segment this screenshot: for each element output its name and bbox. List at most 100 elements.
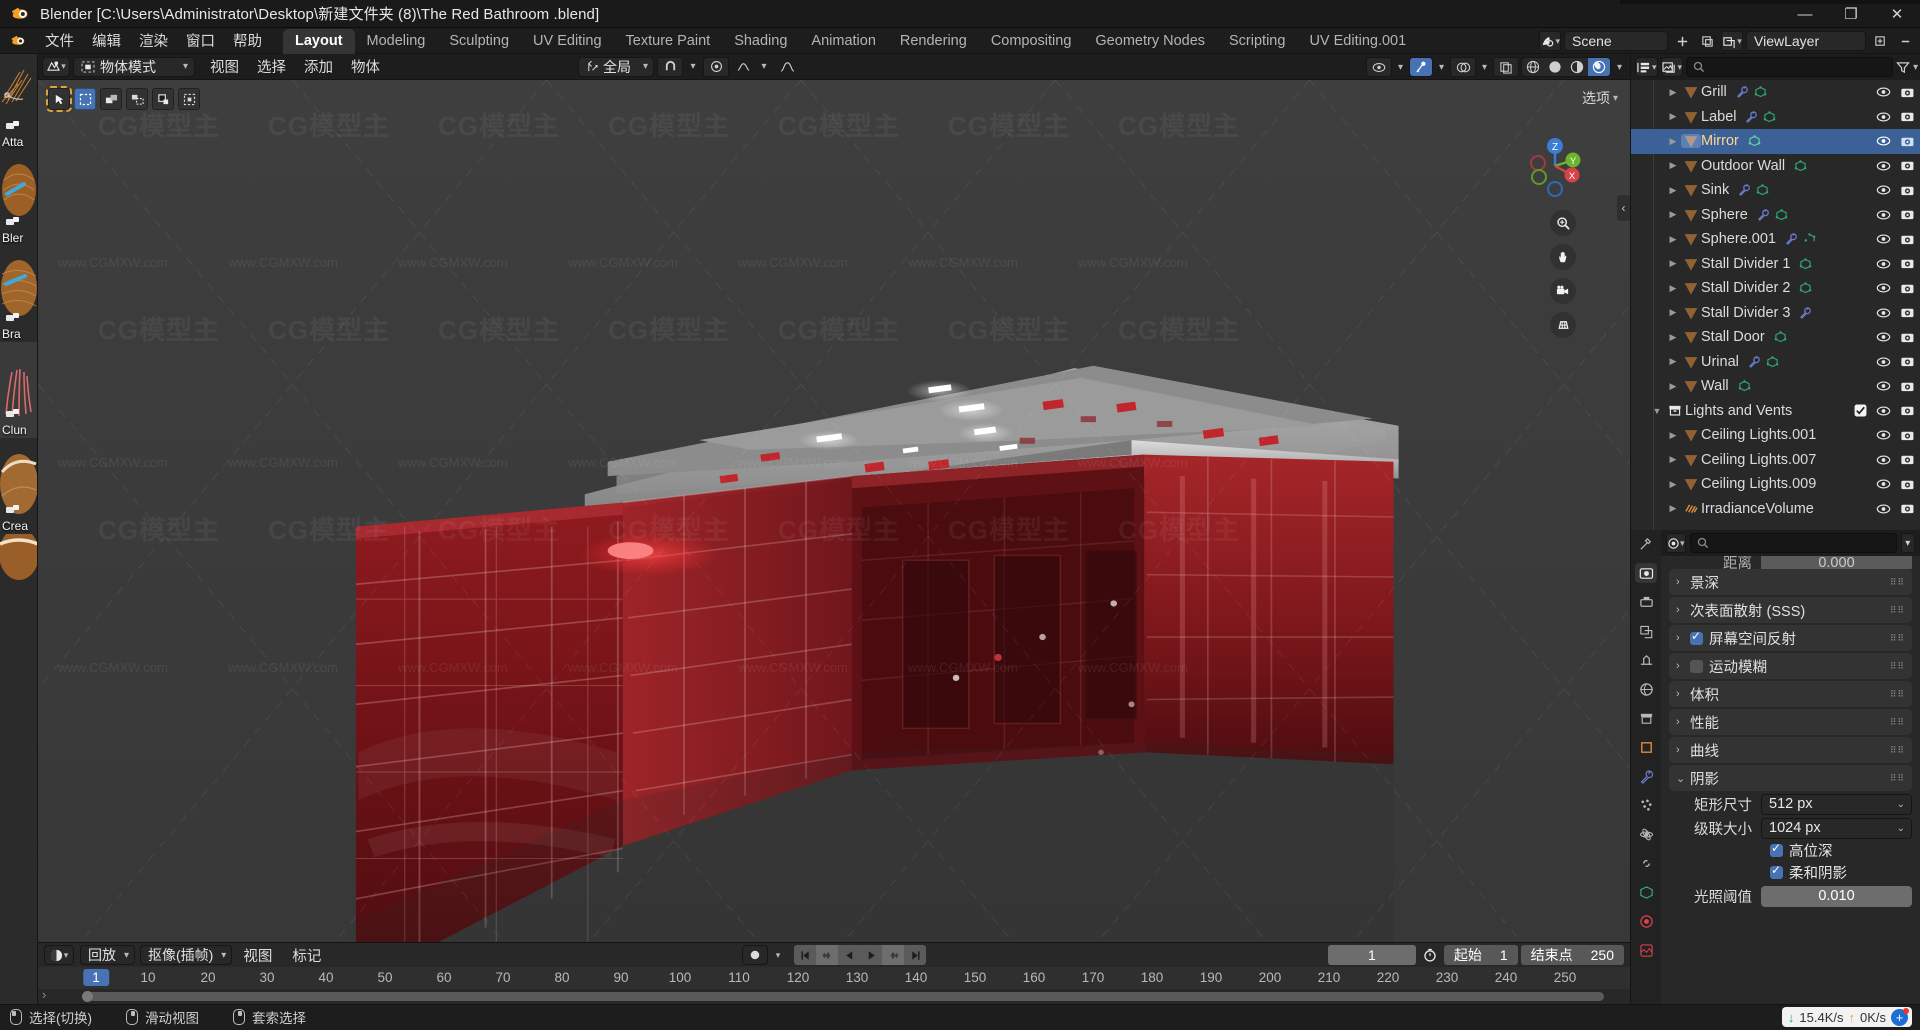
camera-render-icon[interactable] — [1900, 184, 1915, 197]
playback-transport[interactable] — [794, 945, 926, 965]
row-visibility-icons[interactable] — [1876, 355, 1915, 368]
playback-menu[interactable]: 回放 ▾ — [80, 945, 135, 965]
expand-arrow-icon[interactable]: ▶ — [1665, 87, 1681, 98]
select-dashed-tool-icon[interactable] — [178, 88, 200, 110]
editor-type-icon[interactable]: ▾ — [42, 56, 70, 77]
gizmo-chevron-icon[interactable]: ▾ — [1435, 57, 1448, 77]
tab-scene[interactable] — [1635, 650, 1657, 670]
eye-icon[interactable] — [1876, 307, 1891, 319]
vp-menu-select[interactable]: 选择 — [248, 53, 295, 80]
row-visibility-icons[interactable] — [1876, 208, 1915, 221]
eye-icon[interactable] — [1876, 454, 1891, 466]
blender-menu-icon[interactable] — [10, 32, 28, 50]
tab-object[interactable] — [1635, 737, 1657, 757]
clipped-row-value[interactable]: 0.000 — [1761, 556, 1912, 569]
tab-shading[interactable]: Shading — [722, 29, 799, 54]
record-keyframe-icon[interactable] — [742, 945, 768, 965]
eye-icon[interactable] — [1876, 405, 1891, 417]
annotate-curve-icon[interactable] — [774, 57, 800, 77]
maximize-button[interactable]: ❐ — [1828, 0, 1874, 28]
eye-icon[interactable] — [1876, 478, 1891, 490]
record-chevron-icon[interactable]: ▾ — [772, 945, 784, 965]
frame-end-field[interactable]: 结束点 250 — [1520, 945, 1624, 965]
eye-icon[interactable] — [1876, 160, 1891, 172]
table-row[interactable]: ▶ Ceiling Lights.009 — [1631, 472, 1920, 497]
timeline-ruler[interactable]: 1 10 20 30 40 50 60 70 80 90 100 110 120… — [38, 967, 1630, 989]
proportional-edit-icon[interactable] — [703, 56, 729, 77]
rendered-shading-icon[interactable] — [1588, 58, 1610, 76]
eye-icon[interactable] — [1876, 356, 1891, 368]
xray-toggle-icon[interactable] — [1493, 57, 1519, 77]
row-visibility-icons[interactable] — [1876, 184, 1915, 197]
camera-render-icon[interactable] — [1900, 404, 1915, 417]
camera-render-icon[interactable] — [1900, 110, 1915, 123]
visibility-chevron-icon[interactable]: ▾ — [1394, 57, 1407, 77]
tab-collection[interactable] — [1635, 708, 1657, 728]
timeline-scrollbar[interactable] — [82, 991, 1604, 1002]
viewlayer-browse-icon[interactable]: ▾ — [1721, 31, 1743, 51]
proportional-falloff-icon[interactable] — [732, 57, 754, 77]
row-visibility-icons[interactable] — [1876, 380, 1915, 393]
ssr-checkbox[interactable] — [1690, 629, 1703, 645]
menu-file[interactable]: 文件 — [36, 27, 83, 54]
motion-blur-checkbox[interactable] — [1690, 659, 1703, 673]
add-plus-icon[interactable]: + — [1891, 1007, 1909, 1026]
camera-render-icon[interactable] — [1900, 478, 1915, 491]
expand-arrow-icon[interactable]: ▶ — [1665, 332, 1681, 343]
table-row[interactable]: ▶ Ceiling Lights.007 — [1631, 448, 1920, 473]
new-scene-icon[interactable] — [1671, 31, 1693, 51]
panel-sss[interactable]: › 次表面散射 (SSS) ⠿⠿ — [1669, 597, 1912, 623]
show-gizmo-icon[interactable] — [1410, 58, 1432, 76]
expand-arrow-icon[interactable]: ▶ — [1665, 111, 1681, 122]
tab-geometry-nodes[interactable]: Geometry Nodes — [1083, 29, 1217, 54]
expand-arrow-icon[interactable]: ▶ — [1665, 258, 1681, 269]
expand-arrow-icon[interactable]: ▶ — [1665, 454, 1681, 465]
timeline-scroll-knob[interactable] — [82, 991, 93, 1002]
menu-help[interactable]: 帮助 — [224, 27, 271, 54]
properties-panel-list[interactable]: 距离 0.000 › 景深 ⠿⠿ › 次表面散射 (SSS) ⠿⠿ › ✓ 屏幕… — [1661, 556, 1920, 1004]
expand-arrow-icon[interactable]: ▶ — [1665, 283, 1681, 294]
table-row[interactable]: ▶ Stall Divider 3 — [1631, 301, 1920, 326]
expand-arrow-icon[interactable]: ▶ — [1665, 160, 1681, 171]
table-row[interactable]: ▶ Outdoor Wall — [1631, 154, 1920, 179]
vp-menu-add[interactable]: 添加 — [295, 53, 342, 80]
visibility-options-icon[interactable] — [1366, 57, 1392, 77]
vp-menu-object[interactable]: 物体 — [342, 53, 389, 80]
soft-shadows-row[interactable]: 柔和阴影 — [1669, 861, 1912, 883]
camera-render-icon[interactable] — [1900, 429, 1915, 442]
soft-shadows-checkbox[interactable] — [1770, 863, 1783, 879]
row-visibility-icons[interactable] — [1876, 135, 1915, 148]
shading-chevron-icon[interactable]: ▾ — [1613, 57, 1626, 77]
camera-render-icon[interactable] — [1900, 208, 1915, 221]
tab-modifier[interactable] — [1635, 766, 1657, 786]
tab-scripting[interactable]: Scripting — [1217, 29, 1297, 54]
panel-performance[interactable]: › 性能 ⠿⠿ — [1669, 709, 1912, 735]
properties-search-input[interactable] — [1689, 533, 1897, 553]
expand-arrow-icon[interactable]: ▶ — [1665, 136, 1681, 147]
camera-render-icon[interactable] — [1900, 233, 1915, 246]
select-box-tool-icon[interactable] — [74, 88, 96, 110]
table-row[interactable]: ▶ Stall Door — [1631, 325, 1920, 350]
camera-render-icon[interactable] — [1900, 257, 1915, 270]
expand-arrow-icon[interactable]: ▶ — [1665, 185, 1681, 196]
properties-options-chevron-icon[interactable]: ▾ — [1900, 533, 1915, 553]
eye-icon[interactable] — [1876, 86, 1891, 98]
tab-modeling[interactable]: Modeling — [355, 29, 438, 54]
wireframe-shading-icon[interactable] — [1522, 58, 1544, 76]
row-visibility-icons[interactable] — [1876, 478, 1915, 491]
table-row[interactable]: ▶ Mirror — [1631, 129, 1920, 154]
camera-render-icon[interactable] — [1900, 380, 1915, 393]
tab-sculpting[interactable]: Sculpting — [437, 29, 521, 54]
outliner-tree[interactable]: ▶ Grill ▶ Label ▶ Mirror ▶ Outdoor Wall … — [1631, 80, 1920, 530]
tab-uv-editing-001[interactable]: UV Editing.001 — [1297, 29, 1418, 54]
asset-brush-panel[interactable]: › Atta — [0, 54, 38, 1004]
camera-render-icon[interactable] — [1900, 159, 1915, 172]
eye-icon[interactable] — [1876, 111, 1891, 123]
light-threshold-row[interactable]: 光照阈值 0.010 — [1669, 885, 1912, 907]
tab-material[interactable] — [1635, 911, 1657, 931]
table-row[interactable]: ▶ Label — [1631, 105, 1920, 130]
tab-rendering[interactable]: Rendering — [888, 29, 979, 54]
menu-window[interactable]: 窗口 — [177, 27, 224, 54]
expand-arrow-icon[interactable]: ▶ — [1665, 430, 1681, 441]
clipped-distance-row[interactable]: 距离 0.000 — [1669, 556, 1912, 569]
